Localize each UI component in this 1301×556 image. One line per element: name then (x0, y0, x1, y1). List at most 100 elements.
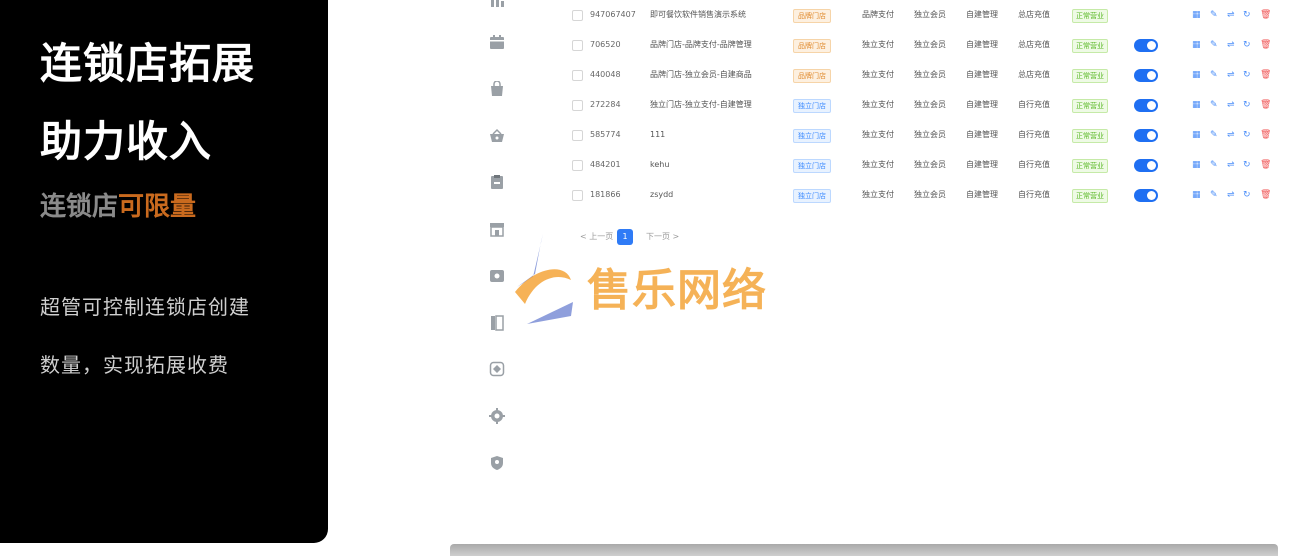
package-icon[interactable] (486, 265, 508, 287)
management-mode: 自建管理 (966, 40, 998, 49)
qrcode-icon[interactable]: ▦ (1192, 99, 1201, 111)
chart-icon[interactable] (486, 0, 508, 12)
refresh-icon[interactable]: ↻ (1243, 99, 1251, 111)
qrcode-icon[interactable]: ▦ (1192, 189, 1201, 201)
status-badge: 正常营业 (1072, 159, 1108, 173)
transfer-icon[interactable]: ⇌ (1227, 39, 1235, 51)
recharge-mode: 总店充值 (1018, 40, 1050, 49)
enable-toggle[interactable] (1134, 39, 1158, 52)
enable-toggle[interactable] (1134, 159, 1158, 172)
status-badge: 正常营业 (1072, 39, 1108, 53)
current-page-button[interactable]: 1 (617, 229, 633, 245)
shopping-bag-icon[interactable] (486, 78, 508, 100)
plugin-icon[interactable] (486, 358, 508, 380)
shield-icon[interactable] (486, 452, 508, 474)
member-mode: 独立会员 (914, 40, 946, 49)
recharge-mode: 总店充值 (1018, 70, 1050, 79)
delete-icon[interactable]: 🗑 (1260, 99, 1271, 111)
promo-desc-line1: 超管可控制连锁店创建 (40, 295, 250, 319)
transfer-icon[interactable]: ⇌ (1227, 159, 1235, 171)
edit-icon[interactable]: ✎ (1210, 189, 1218, 201)
transfer-icon[interactable]: ⇌ (1227, 189, 1235, 201)
store-name: 即可餐饮软件销售演示系统 (650, 10, 746, 19)
row-checkbox[interactable] (572, 160, 583, 171)
delete-icon[interactable]: 🗑 (1260, 129, 1271, 141)
refresh-icon[interactable]: ↻ (1243, 159, 1251, 171)
edit-icon[interactable]: ✎ (1210, 159, 1218, 171)
store-name: 111 (650, 130, 666, 139)
enable-toggle[interactable] (1134, 129, 1158, 142)
row-checkbox[interactable] (572, 100, 583, 111)
settings-icon[interactable] (486, 405, 508, 427)
store-name: 品牌门店-品牌支付-品牌管理 (650, 40, 752, 49)
edit-icon[interactable]: ✎ (1210, 9, 1218, 21)
qrcode-icon[interactable]: ▦ (1192, 69, 1201, 81)
promo-subtitle-prefix: 连锁店 (40, 192, 119, 222)
enable-toggle[interactable] (1134, 189, 1158, 202)
table-row: 706520 品牌门店-品牌支付-品牌管理 品牌门店 独立支付 独立会员 自建管理 总店充值… (560, 30, 1280, 60)
status-badge: 正常营业 (1072, 69, 1108, 83)
row-checkbox[interactable] (572, 70, 583, 81)
promo-title-line2: 助力收入 (40, 117, 213, 166)
edit-icon[interactable]: ✎ (1210, 99, 1218, 111)
clipboard-icon[interactable] (486, 171, 508, 193)
recharge-mode: 自行充值 (1018, 160, 1050, 169)
qrcode-icon[interactable]: ▦ (1192, 129, 1201, 141)
transfer-icon[interactable]: ⇌ (1227, 9, 1235, 21)
member-mode: 独立会员 (914, 190, 946, 199)
store-id: 272284 (590, 100, 621, 109)
qrcode-icon[interactable]: ▦ (1192, 9, 1201, 21)
store-name: 品牌门店-独立会员-自建商品 (650, 70, 752, 79)
enable-toggle[interactable] (1134, 99, 1158, 112)
store-type-tag: 独立门店 (793, 189, 831, 203)
row-checkbox[interactable] (572, 190, 583, 201)
refresh-icon[interactable]: ↻ (1243, 39, 1251, 51)
recharge-mode: 总店充值 (1018, 10, 1050, 19)
transfer-icon[interactable]: ⇌ (1227, 69, 1235, 81)
prev-page-button[interactable]: < 上一页 (580, 231, 613, 242)
basket-icon[interactable] (486, 125, 508, 147)
book-icon[interactable] (486, 312, 508, 334)
table-row: 585774 111 独立门店 独立支付 独立会员 自建管理 自行充值 正常营业 ▦ ✎ ⇌ ↻ 🗑 (560, 120, 1280, 150)
edit-icon[interactable]: ✎ (1210, 69, 1218, 81)
store-id: 484201 (590, 160, 621, 169)
next-page-button[interactable]: 下一页 > (646, 231, 679, 242)
qrcode-icon[interactable]: ▦ (1192, 159, 1201, 171)
delete-icon[interactable]: 🗑 (1260, 39, 1271, 51)
icon-sidebar (486, 0, 510, 480)
member-mode: 独立会员 (914, 10, 946, 19)
payment-mode: 独立支付 (862, 130, 894, 139)
delete-icon[interactable]: 🗑 (1260, 69, 1271, 81)
delete-icon[interactable]: 🗑 (1260, 159, 1271, 171)
calendar-icon[interactable] (486, 31, 508, 53)
transfer-icon[interactable]: ⇌ (1227, 99, 1235, 111)
edit-icon[interactable]: ✎ (1210, 129, 1218, 141)
edit-icon[interactable]: ✎ (1210, 39, 1218, 51)
store-type-tag: 独立门店 (793, 159, 831, 173)
delete-icon[interactable]: 🗑 (1260, 189, 1271, 201)
qrcode-icon[interactable]: ▦ (1192, 39, 1201, 51)
promo-subtitle-accent: 可限量 (118, 192, 197, 222)
payment-mode: 独立支付 (862, 190, 894, 199)
store-name: kehu (650, 160, 670, 169)
store-type-tag: 品牌门店 (793, 39, 831, 53)
bottom-bar (450, 544, 1278, 556)
store-name: zsydd (650, 190, 674, 199)
transfer-icon[interactable]: ⇌ (1227, 129, 1235, 141)
enable-toggle[interactable] (1134, 69, 1158, 82)
delete-icon[interactable]: 🗑 (1260, 9, 1271, 21)
refresh-icon[interactable]: ↻ (1243, 189, 1251, 201)
refresh-icon[interactable]: ↻ (1243, 129, 1251, 141)
management-mode: 自建管理 (966, 70, 998, 79)
row-checkbox[interactable] (572, 130, 583, 141)
row-checkbox[interactable] (572, 40, 583, 51)
store-type-tag: 品牌门店 (793, 9, 831, 23)
payment-mode: 品牌支付 (862, 10, 894, 19)
table-row: 440048 品牌门店-独立会员-自建商品 品牌门店 独立支付 独立会员 自建管理 总店充值… (560, 60, 1280, 90)
refresh-icon[interactable]: ↻ (1243, 9, 1251, 21)
store-icon[interactable] (486, 218, 508, 240)
payment-mode: 独立支付 (862, 100, 894, 109)
payment-mode: 独立支付 (862, 160, 894, 169)
row-checkbox[interactable] (572, 10, 583, 21)
refresh-icon[interactable]: ↻ (1243, 69, 1251, 81)
